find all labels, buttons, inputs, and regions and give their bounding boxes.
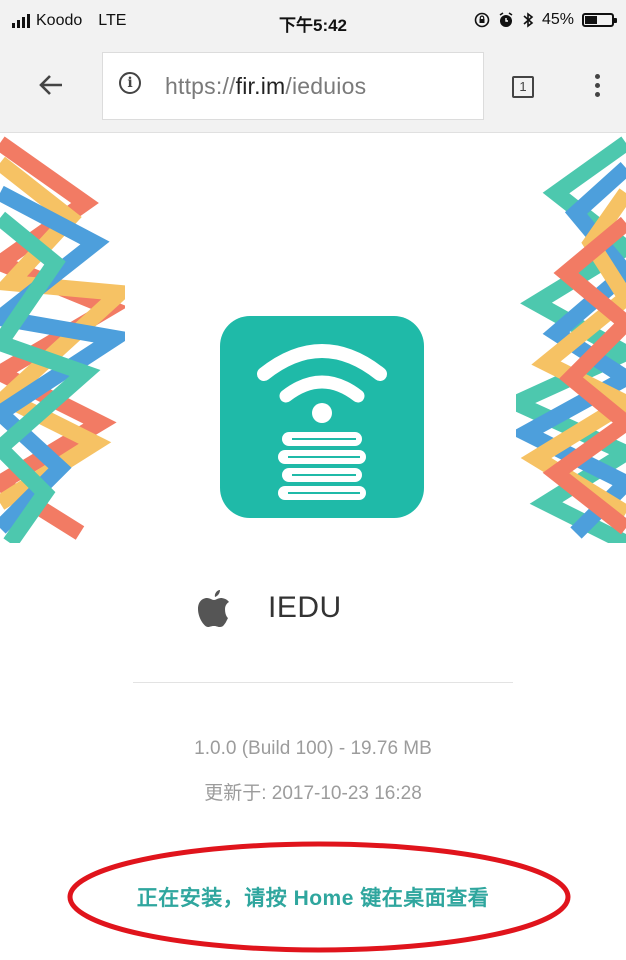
version-info: 1.0.0 (Build 100) - 19.76 MB [194,738,432,759]
tab-switcher-button[interactable]: 1 [512,76,534,98]
rotation-lock-icon [474,12,490,28]
alarm-icon [499,12,513,27]
decorative-pattern-right [516,136,626,543]
info-icon[interactable]: i [119,72,141,94]
battery-icon [582,13,617,27]
url-host: fir.im [235,73,286,99]
url-path: /ieduios [285,73,367,99]
status-bar: Koodo LTE 下午5:42 45% [0,0,626,44]
browser-toolbar: i https://fir.im/ieduios 1 [0,44,626,133]
app-title: IEDU [196,588,342,628]
divider [133,682,513,683]
back-button[interactable] [36,70,76,106]
url-text[interactable]: https://fir.im/ieduios [165,73,366,100]
app-icon [220,316,424,518]
url-scheme: https:// [165,73,236,99]
bluetooth-icon [523,12,534,28]
apple-icon [198,590,229,627]
battery-percent: 45% [541,11,574,28]
app-name: IEDU [268,591,342,624]
install-status-text: 正在安装，请按 Home 键在桌面查看 [136,887,490,910]
update-date: 更新于: 2017-10-23 16:28 [204,783,422,804]
status-icons: 45% [474,11,617,29]
decorative-pattern-left [0,136,125,543]
wifi-books-icon [257,344,387,500]
back-arrow-icon [39,75,62,95]
address-bar[interactable]: i https://fir.im/ieduios [102,52,484,120]
overflow-menu-icon[interactable] [595,74,601,101]
